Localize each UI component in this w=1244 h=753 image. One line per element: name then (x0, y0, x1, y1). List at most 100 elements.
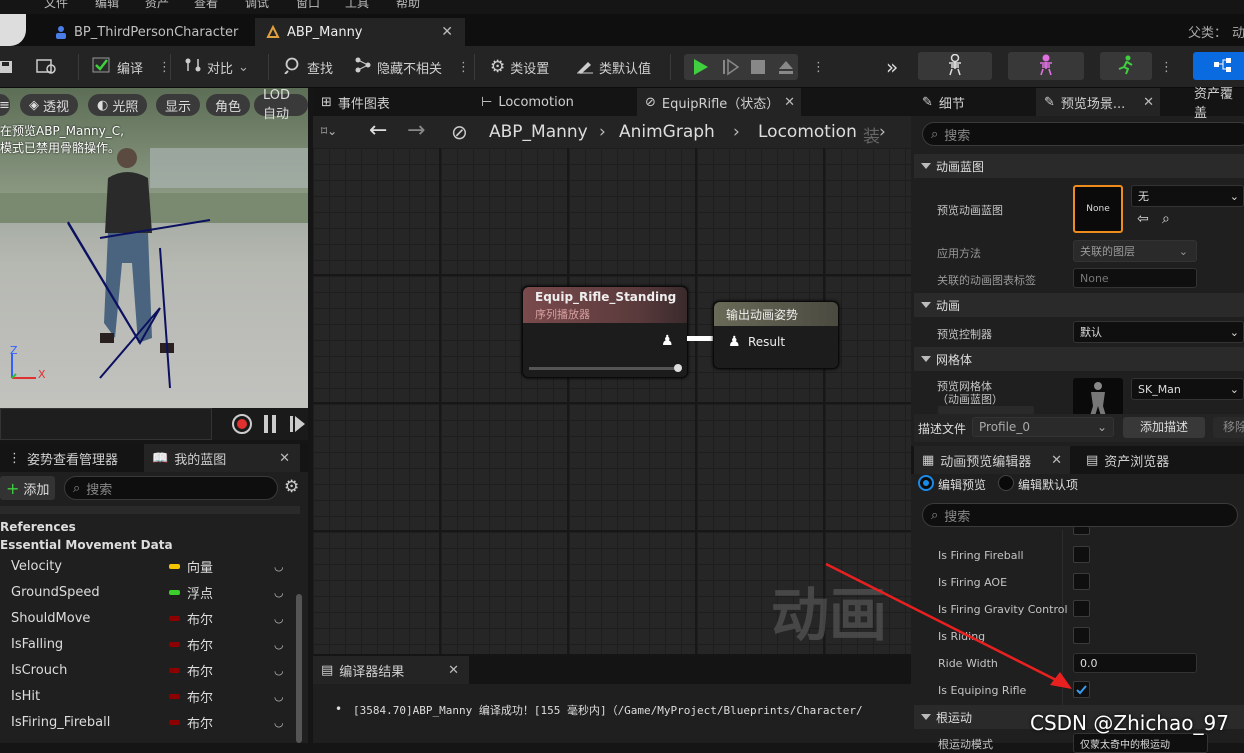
forward-arrow-icon[interactable]: → (407, 118, 425, 143)
breadcrumb-animgraph[interactable]: AnimGraph (619, 122, 715, 142)
linked-tag-field[interactable]: None (1073, 268, 1197, 288)
pose-pin-icon[interactable]: ♟ (661, 333, 674, 349)
parent-class-value[interactable]: 动 (1232, 22, 1244, 41)
eye-closed-icon[interactable]: ◡ (274, 612, 284, 625)
variable-row[interactable]: Velocity 向量 ◡ (0, 553, 300, 579)
tab-pose-watch-manager[interactable]: ⋮ 姿势查看管理器 (0, 444, 126, 472)
menu-debug[interactable]: 调试 (245, 0, 269, 11)
gear-icon[interactable]: ⚙ (284, 477, 299, 497)
tab-bp-thirdpersoncharacter[interactable]: BP_ThirdPersonCharacter (44, 18, 248, 46)
menu-file[interactable]: 文件 (44, 0, 68, 11)
tab-details[interactable]: ✎ 细节 (914, 88, 973, 116)
skeleton-mode-button[interactable] (918, 52, 992, 80)
mesh-dropdown[interactable]: SK_Man ⌄ (1131, 378, 1244, 400)
radio-edit-preview[interactable] (918, 475, 934, 491)
menu-view[interactable]: 查看 (194, 0, 218, 11)
tab-asset-browser[interactable]: ▤ 资产浏览器 (1078, 446, 1177, 474)
close-icon[interactable]: ✕ (1143, 95, 1154, 110)
breadcrumb-state[interactable]: 装 (863, 122, 880, 147)
menu-help[interactable]: 帮助 (396, 0, 420, 11)
preview-editor-search-input[interactable]: ⌕ 搜索 (922, 503, 1238, 527)
animbp-thumbnail[interactable]: None (1073, 185, 1123, 233)
class-defaults-button[interactable]: 类默认值 (576, 53, 651, 81)
breadcrumb-abp-manny[interactable]: ABP_Manny (489, 122, 588, 142)
eye-closed-icon[interactable]: ◡ (274, 690, 284, 703)
sequence-player-node[interactable]: Equip_Rifle_Standing 序列播放器 ♟ (522, 286, 688, 378)
double-chevron-right-icon[interactable]: » (886, 53, 898, 81)
section-mesh[interactable]: 网格体 (914, 347, 1244, 371)
variable-row[interactable]: IsFiring_Fireball 布尔 ◡ (0, 709, 300, 735)
diff-button[interactable]: 对比 ⌄ (184, 53, 249, 81)
root-motion-mode-dropdown[interactable]: 仅蒙太奇中的根运动 (1073, 733, 1208, 753)
close-icon[interactable]: ✕ (448, 663, 459, 678)
use-selected-icon[interactable]: ⇦ (1137, 211, 1149, 227)
back-arrow-icon[interactable]: ← (369, 118, 387, 143)
close-icon[interactable]: ✕ (784, 95, 795, 110)
mesh-mode-button[interactable] (1008, 52, 1084, 80)
eye-closed-icon[interactable]: ◡ (274, 586, 284, 599)
browse-icon[interactable]: ⌕ (1162, 211, 1170, 227)
variable-row[interactable]: GroundSpeed 浮点 ◡ (0, 579, 300, 605)
breadcrumb-locomotion[interactable]: Locomotion (758, 122, 857, 142)
record-button[interactable] (232, 414, 252, 434)
section-animation[interactable]: 动画 (914, 293, 1244, 317)
tab-abp-manny[interactable]: ABP_Manny ✕ (255, 18, 465, 46)
menu-asset[interactable]: 资产 (145, 0, 169, 11)
output-pose-node[interactable]: 输出动画姿势 ♟ Result (713, 301, 839, 369)
timeline-track[interactable] (0, 408, 212, 440)
more-icon[interactable]: ⋮ (1160, 53, 1173, 81)
lod-button[interactable]: LOD自动 (254, 88, 308, 122)
play-icon[interactable] (692, 53, 710, 81)
apply-method-dropdown[interactable]: 关联的图层 ⌄ (1073, 240, 1197, 262)
animation-mode-button[interactable] (1100, 52, 1152, 80)
details-search-input[interactable]: ⌕ 搜索 (922, 122, 1244, 146)
remove-profile-button[interactable]: 移除 (1213, 417, 1244, 438)
tab-my-blueprint[interactable]: 📖 我的蓝图 ✕ (144, 444, 300, 472)
eye-closed-icon[interactable]: ◡ (274, 560, 284, 573)
close-icon[interactable]: ✕ (1051, 453, 1062, 468)
browse-icon[interactable] (36, 53, 58, 81)
eye-closed-icon[interactable]: ◡ (274, 716, 284, 729)
tab-asset-override[interactable]: 资产覆盖 (1186, 87, 1244, 121)
tab-anim-preview-editor[interactable]: ▦ 动画预览编辑器 ✕ (914, 446, 1070, 474)
stop-icon[interactable] (750, 53, 766, 81)
add-button[interactable]: + 添加 (0, 476, 56, 500)
class-settings-button[interactable]: ⚙ 类设置 (490, 53, 549, 81)
perspective-button[interactable]: ◈ 透视 (20, 94, 79, 116)
tab-preview-scene[interactable]: ✎ 预览场景... ✕ (1036, 88, 1160, 116)
find-button[interactable]: 查找 (284, 53, 333, 81)
blueprint-search-input[interactable]: ⌕ 搜索 (64, 476, 278, 500)
tab-equiprifle-state[interactable]: ⊘ EquipRifle（状态） ✕ (637, 88, 801, 116)
preview-controller-dropdown[interactable]: 默认 ⌄ (1073, 321, 1244, 343)
step-forward-icon[interactable] (290, 415, 306, 436)
variable-row[interactable]: IsCrouch 布尔 ◡ (0, 657, 300, 683)
add-profile-button[interactable]: 添加描述 (1123, 417, 1205, 438)
hide-unrelated-button[interactable]: 隐藏不相关 ⋮ (354, 53, 470, 81)
character-button[interactable]: 角色 (206, 94, 251, 116)
tab-locomotion[interactable]: ⊢ Locomotion (473, 88, 582, 116)
eject-icon[interactable] (777, 53, 795, 81)
menu-edit[interactable]: 编辑 (95, 0, 119, 11)
more-icon[interactable]: ⋮ (457, 60, 470, 75)
category-references[interactable]: References (0, 520, 76, 534)
ride-width-field[interactable]: 0.0 (1073, 653, 1197, 673)
mesh-thumbnail[interactable] (1073, 378, 1123, 418)
variable-row[interactable]: ShouldMove 布尔 ◡ (0, 605, 300, 631)
pause-icon[interactable] (264, 415, 276, 433)
menu-window[interactable]: 窗口 (296, 0, 320, 11)
lighting-button[interactable]: ◐ 光照 (88, 94, 148, 116)
variable-row[interactable]: IsFalling 布尔 ◡ (0, 631, 300, 657)
variable-row[interactable]: IsHit 布尔 ◡ (0, 683, 300, 709)
section-anim-blueprint[interactable]: 动画蓝图 (914, 154, 1244, 178)
category-essential-movement-data[interactable]: Essential Movement Data (0, 538, 173, 552)
close-icon[interactable]: ✕ (441, 24, 453, 40)
compile-button[interactable]: 编译 ⋮ (92, 53, 171, 81)
preview-viewport[interactable]: ≡ ◈ 透视 ◐ 光照 显示 角色 LOD自动 在预览ABP_Manny_C, 模式… (0, 88, 308, 408)
save-icon[interactable] (0, 53, 14, 81)
pose-pin-icon[interactable]: ♟ (728, 334, 741, 350)
blueprint-mode-button[interactable] (1193, 52, 1244, 80)
show-button[interactable]: 显示 (156, 94, 201, 116)
step-icon[interactable] (722, 53, 740, 81)
menu-tools[interactable]: 工具 (345, 0, 369, 11)
profile-dropdown[interactable]: Profile_0 ⌄ (972, 417, 1114, 437)
